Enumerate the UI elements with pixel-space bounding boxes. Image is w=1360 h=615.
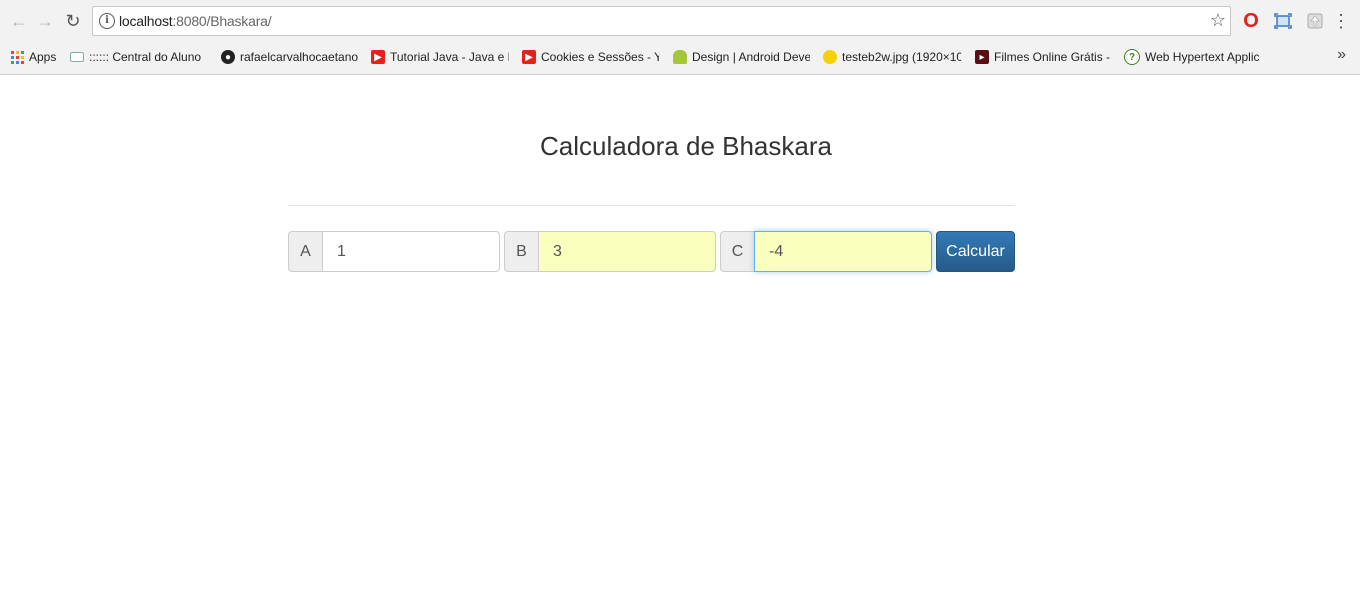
image-icon [823, 50, 837, 64]
bookmark-label: Design | Android Deve [692, 50, 810, 64]
url-path: :8080/Bhaskara/ [172, 13, 272, 29]
page-title: Calculadora de Bhaskara [540, 131, 832, 161]
film-icon: ▸ [975, 50, 989, 64]
bookmark-label: Apps [29, 50, 57, 64]
screen-capture-extension-icon[interactable] [1272, 10, 1294, 32]
bookmark-label: rafaelcarvalhocaetano [240, 50, 358, 64]
forward-arrow-icon[interactable]: → [34, 10, 56, 32]
address-bar[interactable]: i localhost:8080/Bhaskara/ ☆ [92, 6, 1231, 36]
bookmark-label: testeb2w.jpg (1920×10 [842, 50, 961, 64]
central-aluno-icon [70, 52, 84, 62]
bookmark-label: Filmes Online Grátis - [994, 50, 1110, 64]
bookmarks-overflow-button[interactable]: » [1337, 46, 1346, 64]
bookmark-label: :::::: Central do Aluno [89, 50, 202, 64]
bookmark-android-design[interactable]: Design | Android Deve [673, 48, 810, 66]
url-text[interactable]: localhost:8080/Bhaskara/ [119, 13, 272, 29]
bookmark-cookies-sessoes[interactable]: ▶ Cookies e Sessões - Yo [522, 48, 659, 66]
bookmark-apps[interactable]: Apps [10, 48, 64, 66]
apps-grid-icon [10, 50, 24, 64]
bookmark-whatwg[interactable]: ? Web Hypertext Applic [1124, 48, 1260, 66]
field-c-group: C [720, 231, 932, 272]
field-c-input[interactable] [754, 231, 932, 272]
bookmark-label: Tutorial Java - Java e E [390, 50, 509, 64]
bookmark-central-aluno[interactable]: :::::: Central do Aluno [70, 48, 206, 66]
field-a-input[interactable] [322, 231, 500, 272]
bookmark-testeb2w[interactable]: testeb2w.jpg (1920×10 [823, 48, 961, 66]
bookmark-star-icon[interactable]: ☆ [1210, 10, 1226, 31]
field-c-label: C [720, 231, 754, 272]
field-a-group: A [288, 231, 500, 272]
reload-icon[interactable]: ↻ [62, 10, 84, 32]
bookmark-tutorial-java[interactable]: ▶ Tutorial Java - Java e E [371, 48, 509, 66]
menu-dots-icon[interactable]: ⋮ [1330, 10, 1352, 32]
info-icon[interactable]: i [99, 13, 115, 29]
github-icon: ● [221, 50, 235, 64]
android-icon [673, 50, 687, 64]
bookmark-label: Cookies e Sessões - Yo [541, 50, 659, 64]
field-b-label: B [504, 231, 538, 272]
bookmarks-bar: Apps :::::: Central do Aluno ● rafaelcar… [0, 44, 1360, 70]
whatwg-icon: ? [1124, 49, 1140, 65]
field-b-group: B [504, 231, 716, 272]
youtube-icon: ▶ [522, 50, 536, 64]
bookmark-filmes-online[interactable]: ▸ Filmes Online Grátis - [975, 48, 1110, 66]
browser-chrome: ← → ↻ i localhost:8080/Bhaskara/ ☆ O ⋮ A… [0, 0, 1360, 75]
bookmark-github[interactable]: ● rafaelcarvalhocaetano [221, 48, 358, 66]
url-host: localhost [119, 13, 173, 29]
extension-icon[interactable] [1304, 10, 1326, 32]
bookmark-label: Web Hypertext Applic [1145, 50, 1260, 64]
calcular-button[interactable]: Calcular [936, 231, 1015, 272]
youtube-icon: ▶ [371, 50, 385, 64]
field-a-label: A [288, 231, 322, 272]
divider [288, 205, 1015, 206]
field-b-input[interactable] [538, 231, 716, 272]
opera-extension-icon[interactable]: O [1240, 10, 1262, 32]
back-arrow-icon[interactable]: ← [8, 10, 30, 32]
